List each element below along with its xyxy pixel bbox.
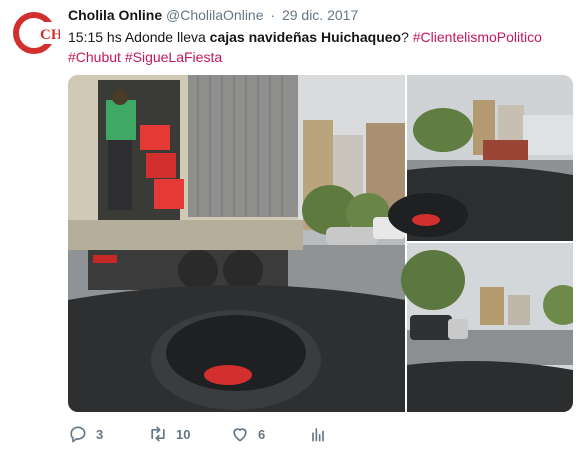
separator-dot: · [270,7,276,23]
retweet-count: 10 [176,426,191,442]
action-bar: 3 10 6 [68,422,368,446]
photo-top-right[interactable] [388,75,573,241]
hashtag-link[interactable]: #Chubut [68,49,121,65]
reply-count: 3 [96,426,104,442]
analytics-button[interactable] [308,422,336,446]
photo-main[interactable] [68,75,405,412]
retweet-button[interactable]: 10 [148,422,190,446]
like-count: 6 [258,426,266,442]
retweet-icon [151,426,165,442]
author-handle[interactable]: @CholilaOnline [166,7,263,23]
text-segment: 15:15 hs Adonde lleva [68,29,210,45]
text-segment: ? [401,29,413,45]
avatar[interactable]: CHO [10,8,74,58]
tweet-header: Cholila Online @CholilaOnline · 29 dic. … [68,7,358,23]
analytics-icon [312,428,324,442]
reply-icon [70,426,86,443]
author-name[interactable]: Cholila Online [68,7,162,23]
media-grid [68,75,573,412]
photo-bottom-right[interactable] [401,243,573,412]
tweet-date[interactable]: 29 dic. 2017 [282,7,358,23]
tweet-card: CHO Cholila Online @CholilaOnline · 29 d… [0,0,584,452]
like-icon [233,428,247,442]
reply-button[interactable]: 3 [68,422,103,446]
hashtag-link[interactable]: #ClientelismoPolitico [413,29,542,45]
tweet-text: 15:15 hs Adonde lleva cajas navideñas Hu… [68,27,573,67]
avatar-text: CHO [40,27,60,43]
like-button[interactable]: 6 [230,422,265,446]
text-bold: cajas navideñas Huichaqueo [209,29,402,45]
hashtag-link[interactable]: #SigueLaFiesta [125,49,222,65]
